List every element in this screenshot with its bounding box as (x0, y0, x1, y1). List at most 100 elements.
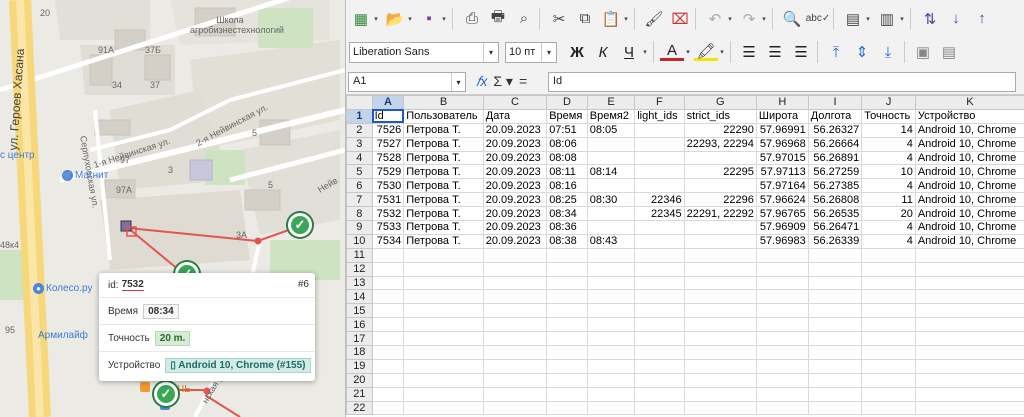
cell[interactable] (586, 358, 636, 374)
font-color-icon[interactable]: A (660, 42, 684, 61)
cell[interactable]: 56.26327 (807, 122, 863, 138)
cell[interactable] (683, 331, 757, 347)
cell[interactable] (861, 386, 916, 402)
italic-button[interactable]: К (591, 41, 615, 63)
cell[interactable] (634, 317, 685, 333)
cell[interactable]: 20.09.2023 (482, 122, 548, 138)
sort-descending-icon[interactable]: ↑ (971, 8, 993, 30)
cell[interactable]: 56.26471 (807, 220, 863, 235)
poi-koleso[interactable]: ● Колесо.ру (33, 283, 92, 294)
cell[interactable] (403, 261, 484, 277)
cell[interactable] (914, 247, 1024, 263)
cell[interactable]: 20.09.2023 (482, 220, 548, 235)
cell[interactable] (914, 400, 1024, 416)
cell[interactable] (755, 358, 809, 374)
cell[interactable] (861, 331, 916, 347)
cell[interactable] (482, 400, 548, 416)
chevron-down-icon[interactable]: ▾ (726, 15, 734, 23)
cell[interactable]: Петрова Т. (403, 178, 484, 194)
chevron-down-icon[interactable]: ▾ (440, 15, 448, 23)
poi-service[interactable]: с центр (0, 150, 35, 161)
cell[interactable] (807, 289, 863, 305)
cell[interactable]: 56.26891 (807, 150, 863, 166)
cell[interactable]: 22295 (683, 164, 757, 180)
chevron-down-icon[interactable]: ▾ (760, 15, 768, 23)
align-top-icon[interactable]: ⤒ (824, 41, 848, 63)
cell[interactable] (861, 289, 916, 305)
cell[interactable] (634, 261, 685, 277)
cell[interactable] (683, 247, 757, 263)
cell[interactable] (634, 400, 685, 416)
cell[interactable]: Android 10, Chrome (914, 206, 1024, 222)
cell[interactable]: Долгота (807, 108, 863, 124)
cell[interactable] (914, 275, 1024, 291)
column-header[interactable]: I (807, 95, 863, 110)
formula-input[interactable]: Id (548, 72, 1016, 92)
cell[interactable]: 56.26339 (807, 233, 863, 249)
chevron-down-icon[interactable]: ▾ (684, 48, 692, 56)
cell[interactable]: 56.26535 (807, 206, 863, 222)
cell[interactable] (371, 275, 405, 291)
chevron-down-icon[interactable]: ▾ (451, 73, 465, 91)
cell[interactable] (586, 303, 636, 319)
cell[interactable]: 56.27385 (807, 178, 863, 194)
cell[interactable] (861, 317, 916, 333)
cell[interactable]: 08:30 (586, 192, 636, 208)
cell[interactable]: 7532 (371, 206, 405, 222)
cell[interactable] (586, 220, 636, 235)
cell[interactable] (861, 247, 916, 263)
print-preview-icon[interactable]: ⌕ (513, 8, 535, 30)
row-header[interactable]: 1 (346, 108, 373, 124)
cell[interactable] (807, 317, 863, 333)
cell[interactable] (403, 358, 484, 374)
cell[interactable] (403, 331, 484, 347)
cell[interactable] (755, 303, 809, 319)
cell[interactable] (371, 289, 405, 305)
row-header[interactable]: 22 (346, 400, 373, 416)
cell[interactable] (683, 233, 757, 249)
cell[interactable] (371, 247, 405, 263)
cell[interactable]: Android 10, Chrome (914, 150, 1024, 166)
cell[interactable] (807, 303, 863, 319)
chevron-down-icon[interactable]: ▾ (483, 42, 498, 62)
bold-button[interactable]: Ж (565, 41, 589, 63)
cell[interactable] (482, 275, 548, 291)
row-header[interactable]: 16 (346, 317, 373, 333)
align-left-icon[interactable]: ☰ (737, 41, 761, 63)
cell[interactable] (482, 372, 548, 388)
clone-formatting-icon[interactable]: 🖌 (643, 8, 665, 30)
cell[interactable] (755, 275, 809, 291)
underline-button[interactable]: Ч (617, 41, 641, 63)
cell[interactable]: 08:11 (546, 164, 588, 180)
cell[interactable]: Android 10, Chrome (914, 192, 1024, 208)
cell[interactable] (755, 261, 809, 277)
cell[interactable] (482, 331, 548, 347)
cell[interactable] (586, 372, 636, 388)
chevron-down-icon[interactable]: ▾ (372, 15, 380, 23)
row-header[interactable]: 14 (346, 289, 373, 305)
cell[interactable] (807, 345, 863, 360)
cell[interactable] (482, 345, 548, 360)
row-header[interactable]: 20 (346, 372, 373, 388)
cell[interactable] (586, 261, 636, 277)
cell[interactable] (683, 358, 757, 374)
cell[interactable]: Android 10, Chrome (914, 178, 1024, 194)
column-header[interactable]: E (586, 95, 636, 110)
cell[interactable]: 20.09.2023 (482, 192, 548, 208)
cell[interactable]: 20.09.2023 (482, 164, 548, 180)
cell[interactable]: Петрова Т. (403, 192, 484, 208)
cell[interactable]: 57.96983 (755, 233, 809, 249)
row-header[interactable]: 11 (346, 247, 373, 263)
cell[interactable]: 57.96991 (755, 122, 809, 138)
cell[interactable] (482, 358, 548, 374)
clear-formatting-icon[interactable]: ⌧ (669, 8, 691, 30)
row-header[interactable]: 9 (346, 220, 373, 235)
font-size-combo[interactable]: 10 пт ▾ (505, 41, 557, 63)
cell[interactable]: 22291, 22292 (683, 206, 757, 222)
cell[interactable]: 08:08 (546, 150, 588, 166)
column-header[interactable]: C (482, 95, 548, 110)
cell[interactable]: Android 10, Chrome (914, 220, 1024, 235)
cell[interactable] (586, 136, 636, 152)
cell[interactable] (634, 345, 685, 360)
cell[interactable]: Точность (861, 108, 916, 124)
